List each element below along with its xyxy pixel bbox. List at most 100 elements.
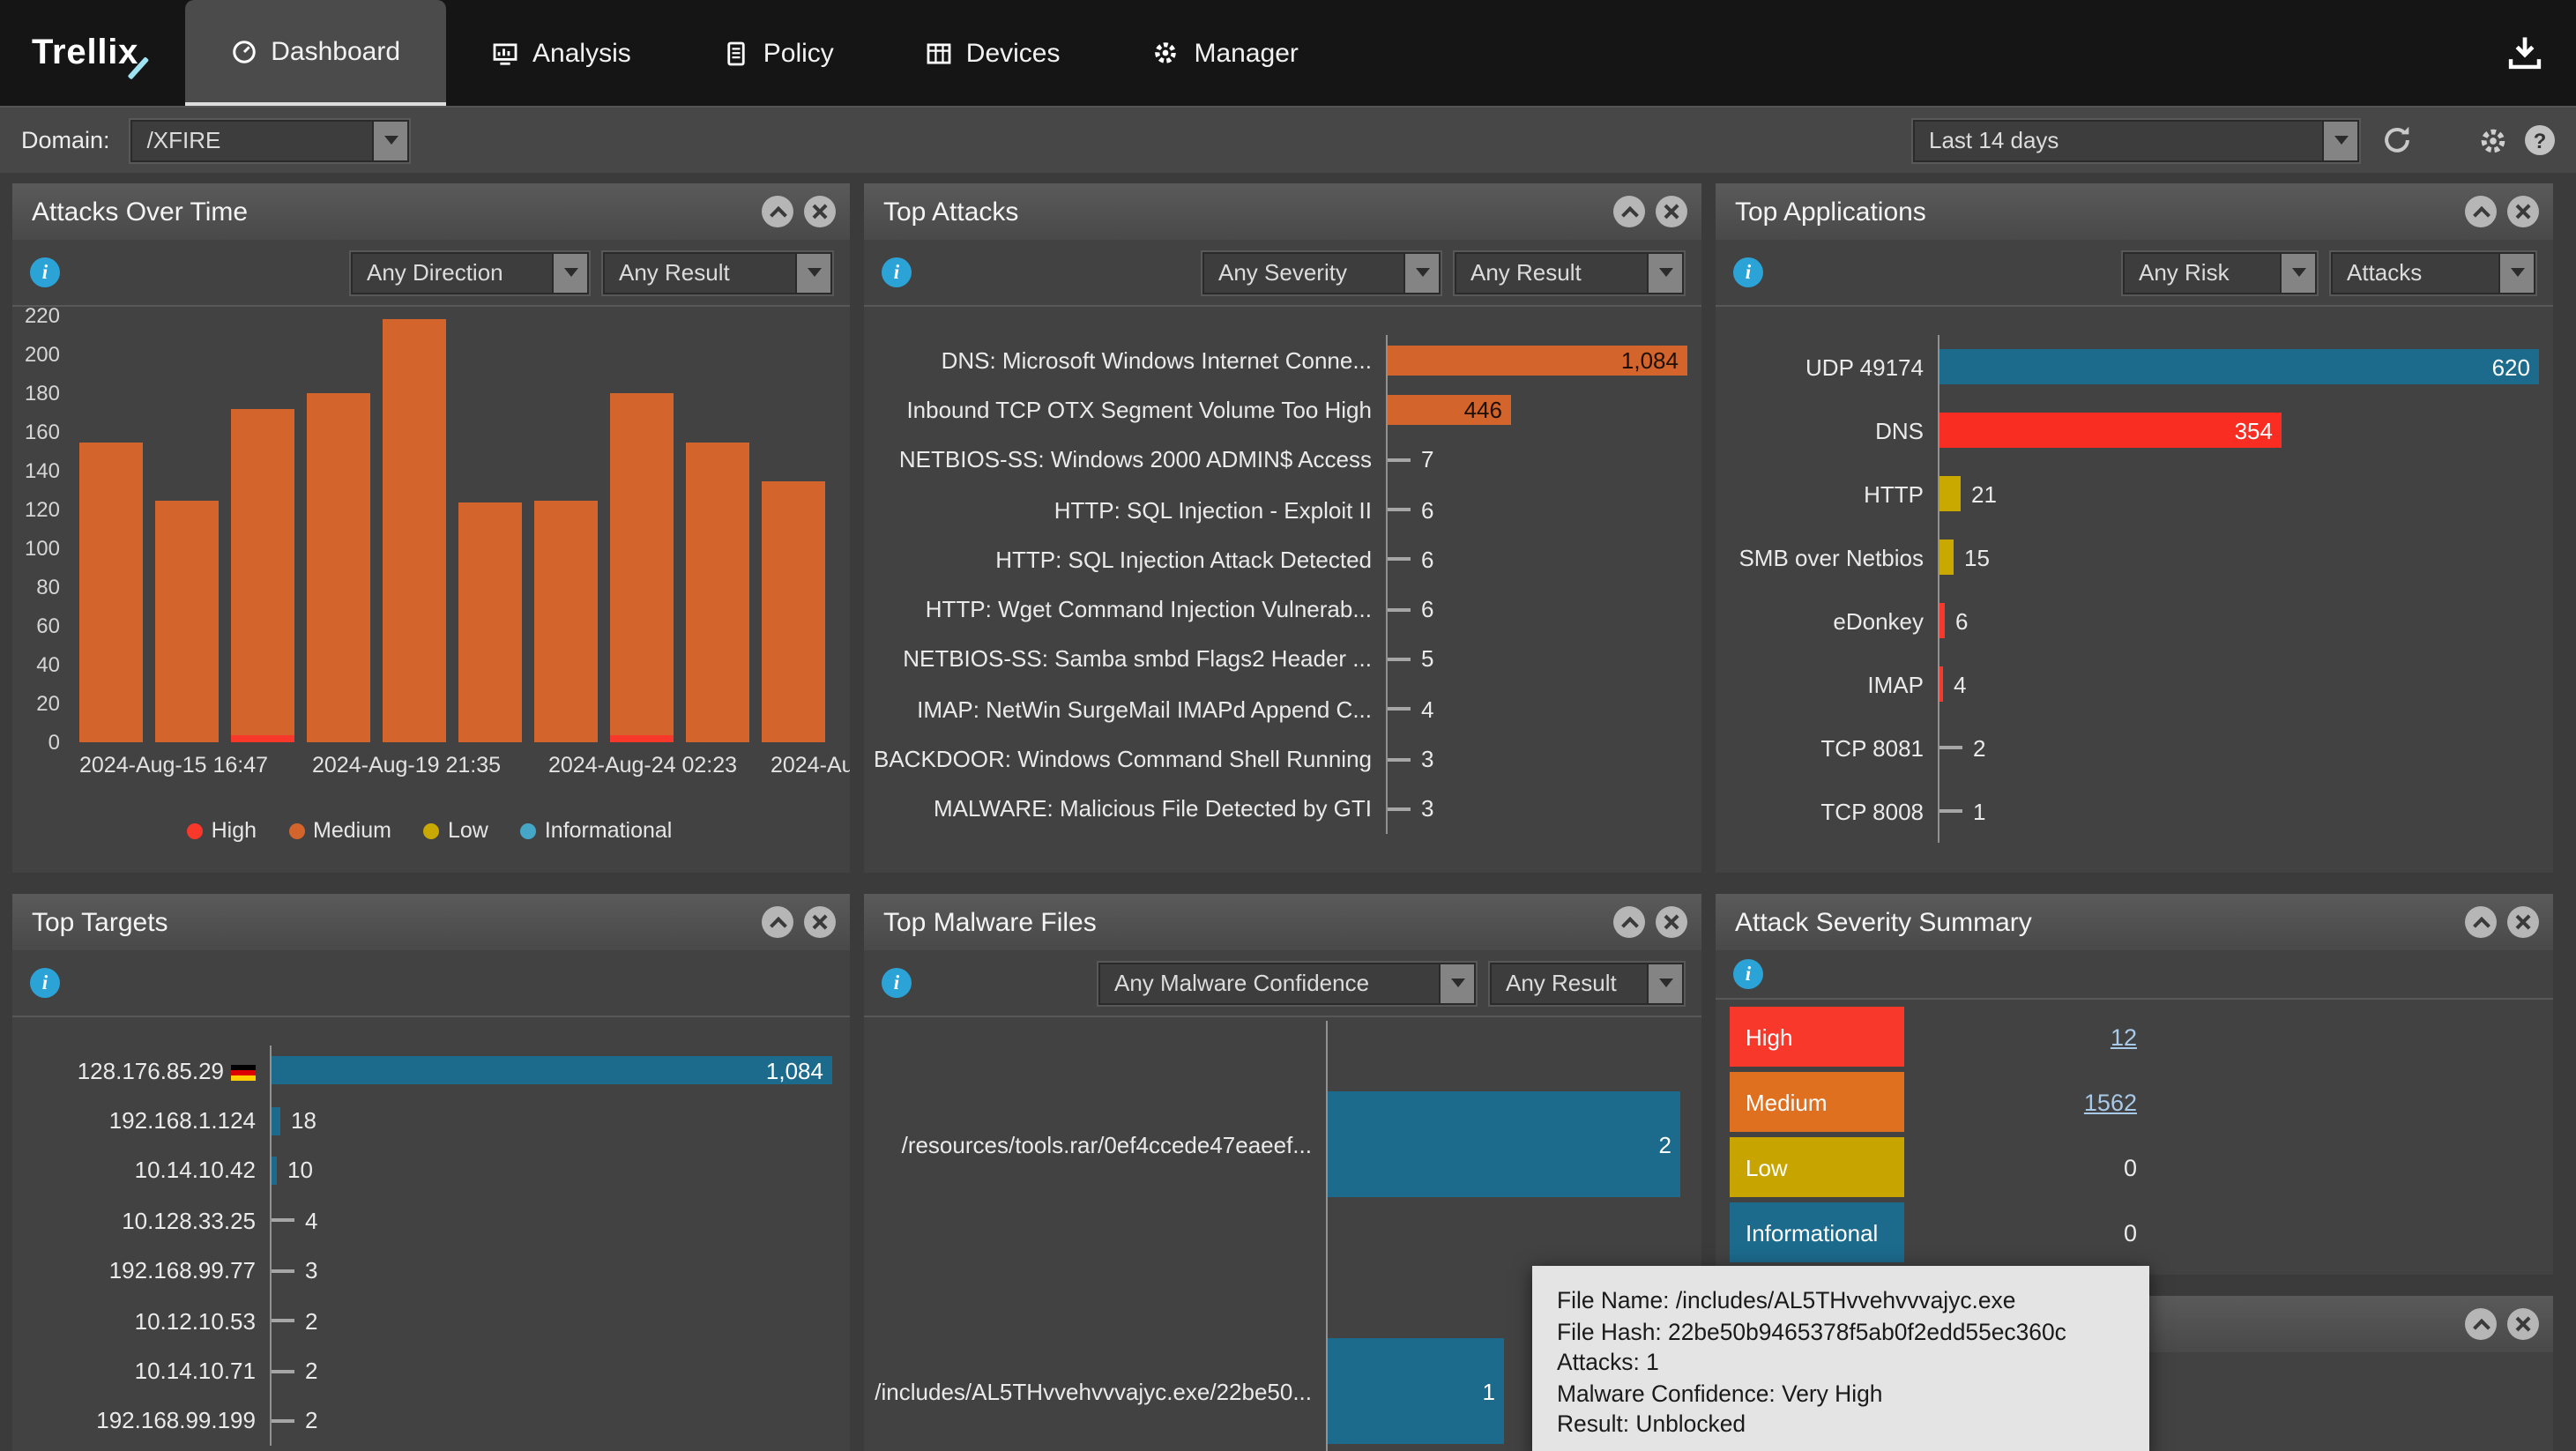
result-filter-select[interactable]: Any Result bbox=[1455, 251, 1684, 294]
attack-time-bar[interactable] bbox=[231, 409, 294, 742]
panel-title: Top Attacks bbox=[883, 197, 1018, 227]
attack-time-bar[interactable] bbox=[610, 393, 674, 742]
tab-analysis[interactable]: Analysis bbox=[446, 0, 677, 106]
triangle-glyph bbox=[1658, 268, 1672, 277]
dropdown-arrow-icon bbox=[1403, 253, 1439, 292]
value-bar[interactable]: 1,084 bbox=[1388, 345, 1687, 375]
help-icon[interactable] bbox=[2525, 125, 2555, 155]
bar-value: 3 bbox=[305, 1258, 317, 1284]
panel-actions bbox=[1613, 906, 1687, 938]
severity-count-link[interactable]: 12 bbox=[1904, 1023, 2137, 1050]
y-tick-label: 120 bbox=[25, 497, 60, 522]
value-bar[interactable] bbox=[1939, 476, 1961, 511]
row-label: DNS: Microsoft Windows Internet Conne... bbox=[871, 346, 1386, 373]
value-bar[interactable] bbox=[1939, 666, 1943, 702]
value-bar[interactable]: 354 bbox=[1939, 413, 2282, 448]
malware-confidence-filter-select[interactable]: Any Malware Confidence bbox=[1098, 962, 1476, 1004]
nav-right-actions bbox=[2505, 0, 2576, 106]
direction-filter-select[interactable]: Any Direction bbox=[351, 251, 589, 294]
collapse-icon[interactable] bbox=[1613, 906, 1645, 938]
close-icon[interactable] bbox=[2507, 196, 2539, 227]
severity-filter-select[interactable]: Any Severity bbox=[1202, 251, 1441, 294]
info-icon[interactable] bbox=[30, 257, 60, 287]
download-icon[interactable] bbox=[2505, 33, 2544, 72]
value-bar[interactable]: 1,084 bbox=[272, 1056, 832, 1084]
attack-time-bar[interactable] bbox=[155, 500, 219, 742]
tab-policy[interactable]: Policy bbox=[677, 0, 880, 106]
bar-value: 1,084 bbox=[1621, 346, 1687, 373]
bar-value: 446 bbox=[1464, 397, 1511, 423]
y-tick-label: 180 bbox=[25, 381, 60, 406]
collapse-icon[interactable] bbox=[2465, 906, 2497, 938]
panel-top-attacks: Top Attacks Any Severity Any Result DNS:… bbox=[864, 183, 1701, 873]
bar-zone: 3 bbox=[270, 1246, 839, 1296]
value-bar[interactable]: 1 bbox=[1328, 1338, 1504, 1444]
tick-dash bbox=[1939, 809, 1962, 813]
severity-count-link[interactable]: 1562 bbox=[1904, 1089, 2137, 1115]
bar-value: 1 bbox=[1483, 1378, 1504, 1404]
bar-value: 15 bbox=[1964, 544, 1990, 570]
collapse-icon[interactable] bbox=[762, 196, 793, 227]
domain-select[interactable]: /XFIRE bbox=[131, 119, 410, 161]
refresh-icon[interactable] bbox=[2380, 123, 2414, 157]
attack-time-bar[interactable] bbox=[79, 442, 143, 742]
info-icon[interactable] bbox=[1733, 959, 1763, 989]
value-bar[interactable] bbox=[272, 1157, 277, 1185]
value-bar[interactable] bbox=[1939, 603, 1945, 638]
value-bar[interactable]: 620 bbox=[1939, 349, 2539, 384]
attack-time-bar[interactable] bbox=[762, 480, 825, 742]
attack-time-bar[interactable] bbox=[534, 500, 598, 742]
attack-time-bar[interactable] bbox=[383, 319, 446, 742]
domain-label: Domain: bbox=[21, 127, 110, 153]
panel-header: Attack Severity Summary bbox=[1716, 894, 2553, 950]
value-bar[interactable]: 446 bbox=[1388, 395, 1511, 425]
attack-time-bar[interactable] bbox=[686, 442, 749, 742]
risk-filter-select[interactable]: Any Risk bbox=[2123, 251, 2317, 294]
gauge-icon bbox=[230, 38, 257, 64]
medium-segment bbox=[610, 393, 674, 734]
gear-icon bbox=[1152, 39, 1180, 67]
legend-item: Informational bbox=[520, 818, 673, 843]
tab-devices[interactable]: Devices bbox=[880, 0, 1106, 106]
dashboard-grid: Attacks Over Time Any Direction Any Resu… bbox=[0, 173, 2576, 1451]
legend-item: Low bbox=[423, 818, 488, 843]
collapse-icon[interactable] bbox=[1613, 196, 1645, 227]
attack-time-bar[interactable] bbox=[458, 502, 522, 742]
value-bar[interactable] bbox=[272, 1106, 280, 1135]
result-filter-select[interactable]: Any Result bbox=[1490, 962, 1684, 1004]
attack-time-bar[interactable] bbox=[307, 393, 370, 742]
info-icon[interactable] bbox=[1733, 257, 1763, 287]
settings-gear-icon[interactable] bbox=[2477, 124, 2509, 156]
info-icon[interactable] bbox=[882, 968, 912, 998]
aot-y-axis: 020406080100120140160180200220 bbox=[23, 316, 69, 742]
select-value: Any Result bbox=[1492, 970, 1647, 996]
collapse-icon[interactable] bbox=[2465, 1308, 2497, 1340]
malware-file-tooltip: File Name: /includes/AL5THvvehvvvajyc.ex… bbox=[1532, 1266, 2149, 1451]
info-icon[interactable] bbox=[882, 257, 912, 287]
close-icon[interactable] bbox=[1656, 906, 1687, 938]
close-icon[interactable] bbox=[2507, 906, 2539, 938]
tab-dashboard[interactable]: Dashboard bbox=[184, 0, 446, 106]
dropdown-arrow-icon bbox=[795, 253, 830, 292]
triangle-glyph bbox=[1658, 978, 1672, 987]
bar-zone: 2 bbox=[270, 1296, 839, 1346]
column-3: Top Applications Any Risk Attacks UDP 49… bbox=[1716, 183, 2553, 1451]
info-icon[interactable] bbox=[30, 968, 60, 998]
row-label: NETBIOS-SS: Samba smbd Flags2 Header ... bbox=[871, 646, 1386, 673]
close-icon[interactable] bbox=[804, 196, 836, 227]
result-filter-select[interactable]: Any Result bbox=[603, 251, 832, 294]
close-icon[interactable] bbox=[804, 906, 836, 938]
close-icon[interactable] bbox=[1656, 196, 1687, 227]
close-icon[interactable] bbox=[2507, 1308, 2539, 1340]
collapse-icon[interactable] bbox=[2465, 196, 2497, 227]
collapse-icon[interactable] bbox=[762, 906, 793, 938]
tick-dash bbox=[272, 1369, 294, 1373]
time-range-select[interactable]: Last 14 days bbox=[1913, 119, 2359, 161]
value-bar[interactable]: 2 bbox=[1328, 1091, 1680, 1197]
tab-manager[interactable]: Manager bbox=[1106, 0, 1344, 106]
chevron-up-glyph bbox=[2472, 1318, 2490, 1336]
bar-zone: 3 bbox=[1386, 734, 1691, 785]
value-bar[interactable] bbox=[1939, 539, 1954, 575]
metric-select[interactable]: Attacks bbox=[2331, 251, 2535, 294]
severity-count: 0 bbox=[1904, 1154, 2137, 1180]
